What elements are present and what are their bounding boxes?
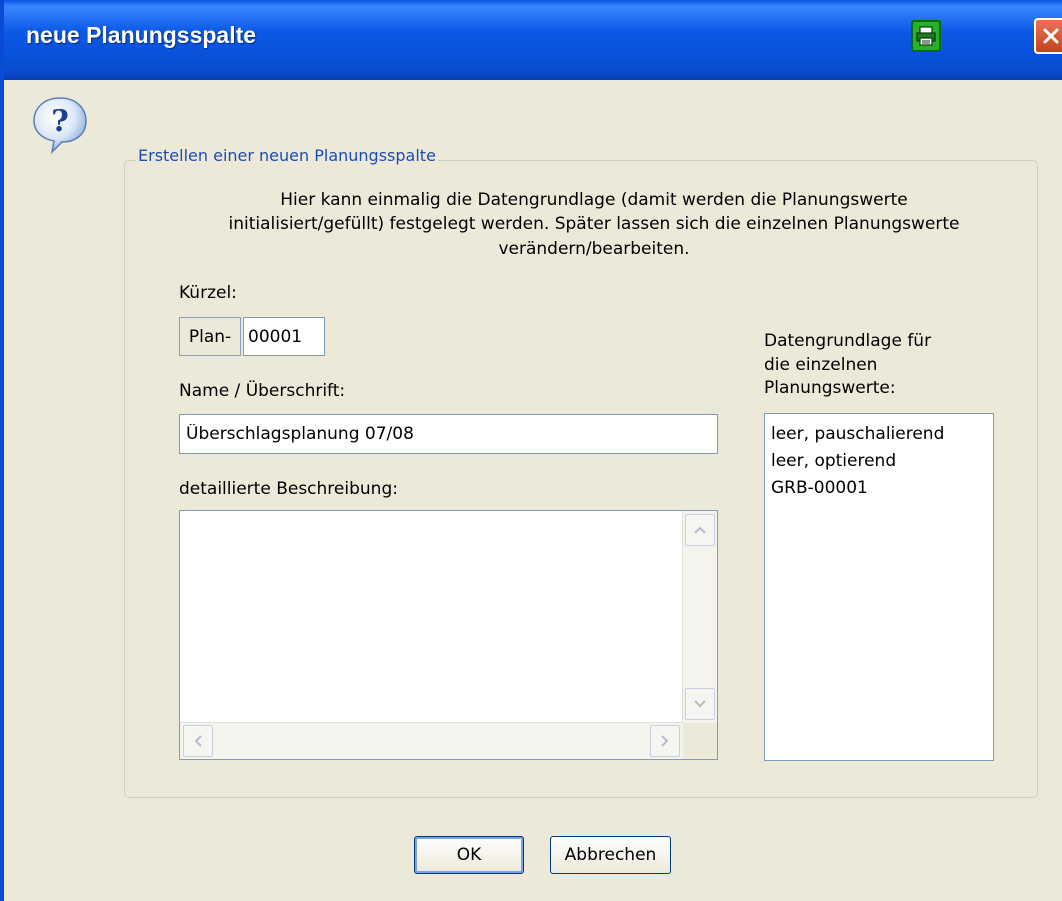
description-textarea[interactable] xyxy=(179,510,718,760)
scrollbar-corner xyxy=(683,723,717,759)
window-title: neue Planungsspalte xyxy=(26,22,257,48)
datasource-label-line-1: Datengrundlage für xyxy=(764,331,932,351)
description-line-3: verändern/bearbeiten. xyxy=(498,239,690,259)
scroll-down-button[interactable] xyxy=(685,688,715,720)
close-icon xyxy=(1043,28,1059,44)
chevron-down-icon xyxy=(694,700,706,708)
title-bar[interactable]: neue Planungsspalte xyxy=(4,0,1062,80)
list-item[interactable]: leer, pauschalierend xyxy=(771,421,987,448)
printer-icon xyxy=(916,26,936,46)
datasource-label-line-2: die einzelnen xyxy=(764,355,878,375)
horizontal-scrollbar[interactable] xyxy=(180,722,683,759)
description-line-2: initialisiert/gefüllt) festgelegt werden… xyxy=(228,214,960,234)
chevron-up-icon xyxy=(694,526,706,534)
ok-button[interactable]: OK xyxy=(414,836,524,874)
vertical-scrollbar[interactable] xyxy=(682,511,717,723)
kuerzel-prefix: Plan- xyxy=(179,317,241,356)
list-item[interactable]: leer, optierend xyxy=(771,448,987,475)
datasource-label-line-3: Planungswerte: xyxy=(764,378,896,398)
kuerzel-input[interactable] xyxy=(243,317,325,356)
chevron-left-icon xyxy=(194,735,202,747)
cancel-button[interactable]: Abbrechen xyxy=(550,836,671,874)
print-button[interactable] xyxy=(911,20,941,52)
name-input[interactable] xyxy=(179,414,718,454)
scroll-left-button[interactable] xyxy=(183,725,213,757)
dialog-window: neue Planungsspalte ? Erstellen einer ne… xyxy=(0,0,1062,901)
svg-text:?: ? xyxy=(51,104,69,139)
kuerzel-label: Kürzel: xyxy=(179,283,237,303)
scroll-up-button[interactable] xyxy=(685,514,715,546)
description-line-1: Hier kann einmalig die Datengrundlage (d… xyxy=(280,190,908,210)
name-label: Name / Überschrift: xyxy=(179,381,346,401)
question-icon: ? xyxy=(33,97,87,154)
chevron-right-icon xyxy=(661,735,669,747)
group-box-title: Erstellen einer neuen Planungsspalte xyxy=(136,146,438,165)
list-item[interactable]: GRB-00001 xyxy=(771,475,987,502)
scroll-right-button[interactable] xyxy=(650,725,680,757)
datasource-listbox[interactable]: leer, pauschalierend leer, optierend GRB… xyxy=(764,413,994,761)
description-label: detaillierte Beschreibung: xyxy=(179,479,398,499)
close-button[interactable] xyxy=(1034,18,1062,54)
